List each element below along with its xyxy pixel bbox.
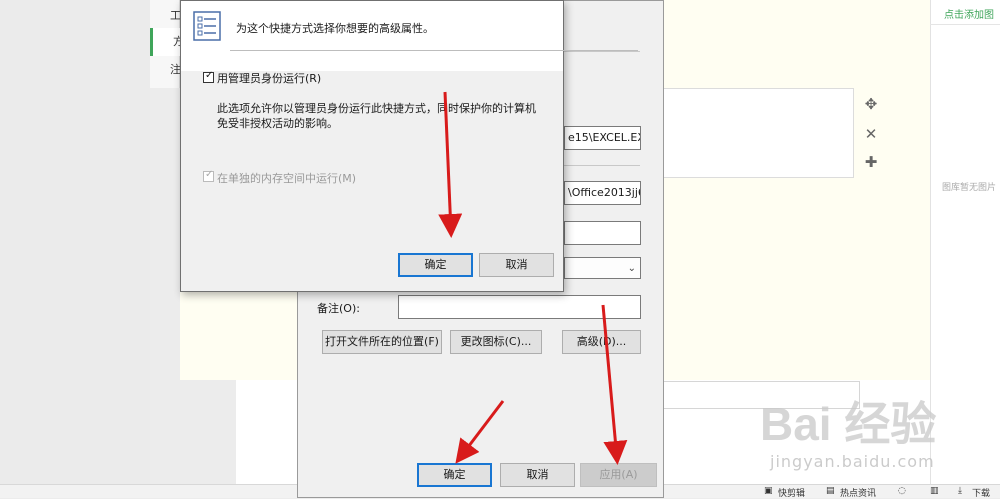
dialog-header [181, 1, 563, 71]
change-icon-button[interactable]: 更改图标(C)... [450, 330, 542, 354]
baidu-logo-text: Bai 经验 [760, 398, 936, 450]
target-field[interactable]: e15\EXCEL.EXE [564, 126, 641, 150]
dialog-header-text: 为这个快捷方式选择你想要的高级属性。 [236, 22, 434, 35]
move-icon[interactable]: ✥ [862, 96, 880, 112]
open-file-location-button[interactable]: 打开文件所在的位置(F) [322, 330, 442, 354]
start-in-field[interactable]: \Office2013jj6n [564, 181, 641, 205]
chevron-down-icon: ⌄ [627, 263, 636, 274]
apply-button[interactable]: 应用(A) [580, 463, 657, 487]
separate-memory-label[interactable]: 在单独的内存空间中运行(M) [217, 170, 356, 186]
check-icon: ✓ [205, 169, 214, 180]
run-as-admin-desc-1: 此选项允许你以管理员身份运行此快捷方式，同时保护你的计算机 [217, 102, 536, 115]
image-box [660, 88, 854, 178]
comment-label: 备注(O): [317, 302, 360, 315]
ok-button[interactable]: 确定 [417, 463, 492, 487]
separate-memory-checkbox[interactable]: ✓ [203, 169, 214, 182]
advanced-button[interactable]: 高级(D)... [562, 330, 641, 354]
background-left-area [0, 0, 150, 498]
adv-ok-button[interactable]: 确定 [398, 253, 473, 277]
refresh-icon[interactable]: ◌ [898, 486, 906, 496]
shortcut-key-field[interactable] [564, 221, 641, 245]
advanced-properties-dialog: 为这个快捷方式选择你想要的高级属性。 ✓ 用管理员身份运行(R) 此选项允许你以… [180, 0, 564, 292]
run-as-admin-checkbox[interactable]: ✓ [203, 70, 214, 83]
add-icon[interactable]: ✚ [862, 154, 880, 170]
clip-icon[interactable]: ▣ [764, 486, 773, 496]
hot-label[interactable]: 热点资讯 [840, 486, 876, 499]
watermark-url: jingyan.baidu.com [770, 452, 935, 471]
left-tab-notes[interactable]: 注释 [150, 56, 180, 84]
gallery-empty-text: 图库暂无图片 [942, 183, 997, 193]
checklist-icon [193, 11, 221, 41]
comment-field[interactable] [398, 295, 641, 319]
left-tab-tools[interactable]: 工具 [150, 2, 180, 30]
left-tabs: 工具 方式 注释 [150, 0, 180, 88]
run-as-admin-desc-2: 免受非授权活动的影响。 [217, 117, 338, 130]
close-icon[interactable]: ✕ [862, 126, 880, 142]
hot-icon[interactable]: ▤ [826, 486, 835, 496]
run-select[interactable]: ⌄ [564, 257, 641, 279]
download-label[interactable]: 下载 [972, 486, 990, 499]
left-tab-method[interactable]: 方式 [150, 28, 180, 56]
separator [564, 51, 640, 52]
download-icon[interactable]: ⤓ [958, 486, 962, 496]
add-image-link[interactable]: 点击添加图 [944, 6, 994, 21]
header-separator [230, 50, 638, 51]
separator [564, 165, 640, 166]
panel-divider [930, 24, 1000, 25]
cancel-button[interactable]: 取消 [500, 463, 575, 487]
check-icon: ✓ [205, 70, 214, 81]
adv-cancel-button[interactable]: 取消 [479, 253, 554, 277]
run-as-admin-label[interactable]: 用管理员身份运行(R) [217, 70, 321, 86]
clip-label[interactable]: 快剪辑 [778, 486, 805, 499]
chart-icon[interactable]: ▥ [930, 486, 939, 496]
